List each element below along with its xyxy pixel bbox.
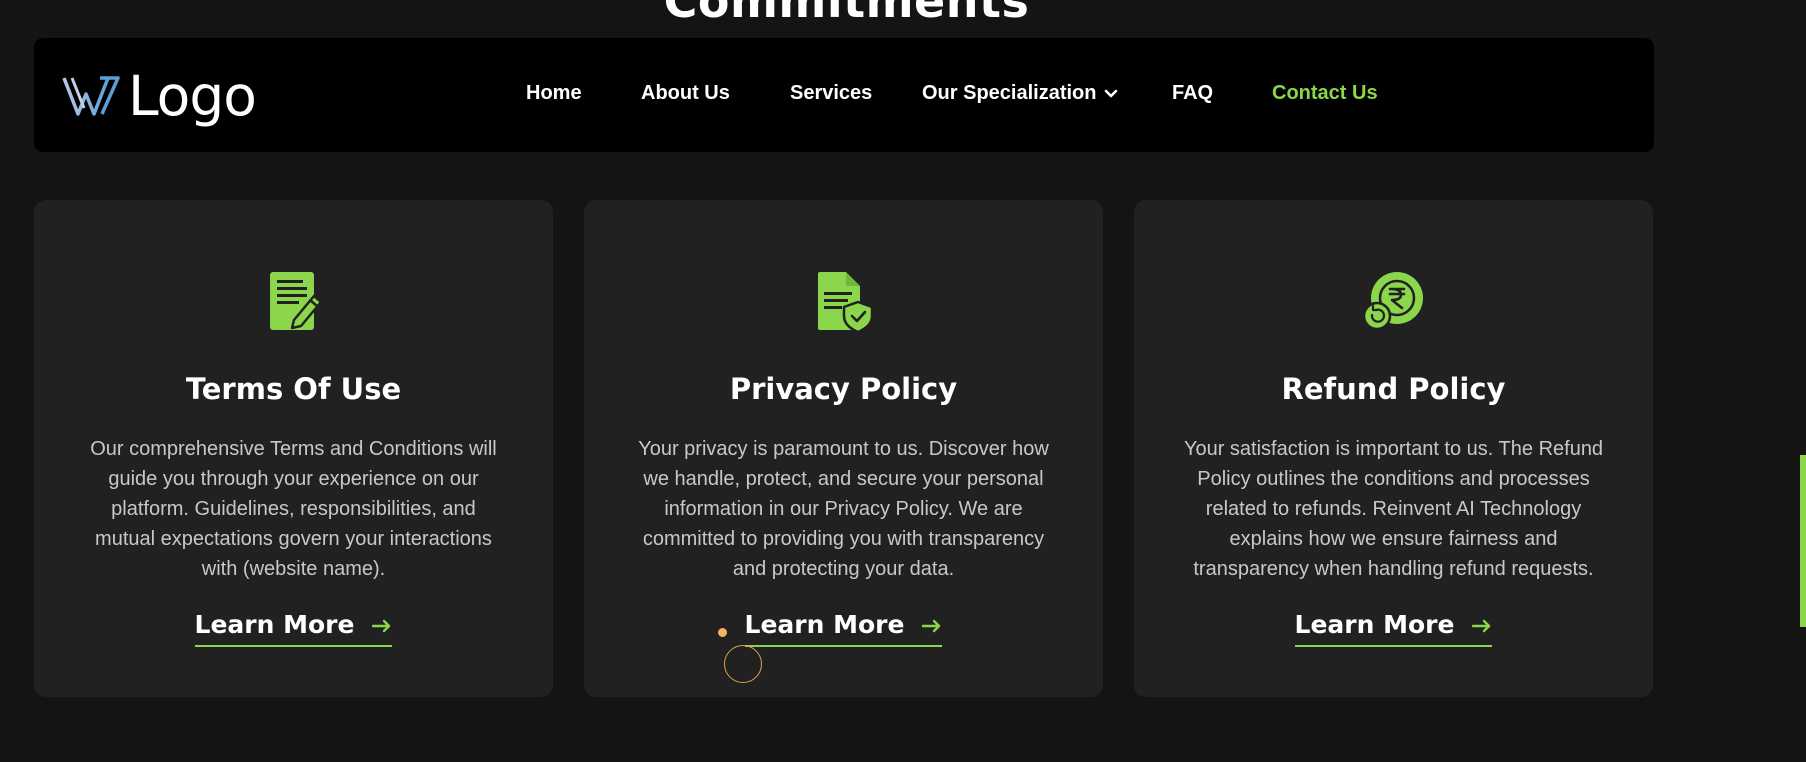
nav-about-us[interactable]: About Us (641, 82, 730, 105)
arrow-right-icon (372, 610, 392, 639)
section-heading: Commitments (663, 0, 1030, 28)
privacy-policy-card: Privacy Policy Your privacy is paramount… (584, 200, 1103, 697)
privacy-learn-more-link[interactable]: Learn More (744, 610, 943, 647)
card-title: Refund Policy (1281, 372, 1506, 406)
nav-home[interactable]: Home (526, 82, 582, 105)
scroll-indicator[interactable] (1800, 455, 1806, 627)
logo-text: Logo (128, 64, 257, 128)
nav-contact-us[interactable]: Contact Us (1272, 82, 1378, 105)
top-navbar: Logo Home About Us Services Our Speciali… (34, 38, 1654, 152)
chevron-down-icon (1104, 82, 1118, 105)
learn-more-label: Learn More (744, 610, 905, 639)
nav-faq[interactable]: FAQ (1172, 82, 1213, 105)
terms-learn-more-link[interactable]: Learn More (194, 610, 393, 647)
cursor-ring (724, 645, 762, 683)
arrow-right-icon (922, 610, 942, 639)
card-title: Terms Of Use (185, 372, 402, 406)
logo-mark-icon (62, 74, 120, 118)
refund-learn-more-link[interactable]: Learn More (1294, 610, 1493, 647)
arrow-right-icon (1472, 610, 1492, 639)
document-shield-icon (584, 270, 1103, 334)
nav-our-specialization[interactable]: Our Specialization (922, 82, 1118, 105)
learn-more-label: Learn More (194, 610, 355, 639)
card-description: Our comprehensive Terms and Conditions w… (90, 438, 497, 580)
nav-services[interactable]: Services (790, 82, 872, 105)
rupee-refund-icon (1134, 270, 1653, 332)
document-edit-icon (34, 270, 553, 334)
card-description: Your privacy is paramount to us. Discove… (638, 438, 1049, 580)
card-description: Your satisfaction is important to us. Th… (1183, 438, 1604, 580)
terms-of-use-card: Terms Of Use Our comprehensive Terms and… (34, 200, 553, 697)
card-title: Privacy Policy (729, 372, 958, 406)
learn-more-label: Learn More (1294, 610, 1455, 639)
cursor-dot (718, 628, 727, 637)
site-logo[interactable]: Logo (62, 64, 257, 128)
refund-policy-card: Refund Policy Your satisfaction is impor… (1134, 200, 1653, 697)
nav-our-specialization-label: Our Specialization (922, 82, 1097, 104)
